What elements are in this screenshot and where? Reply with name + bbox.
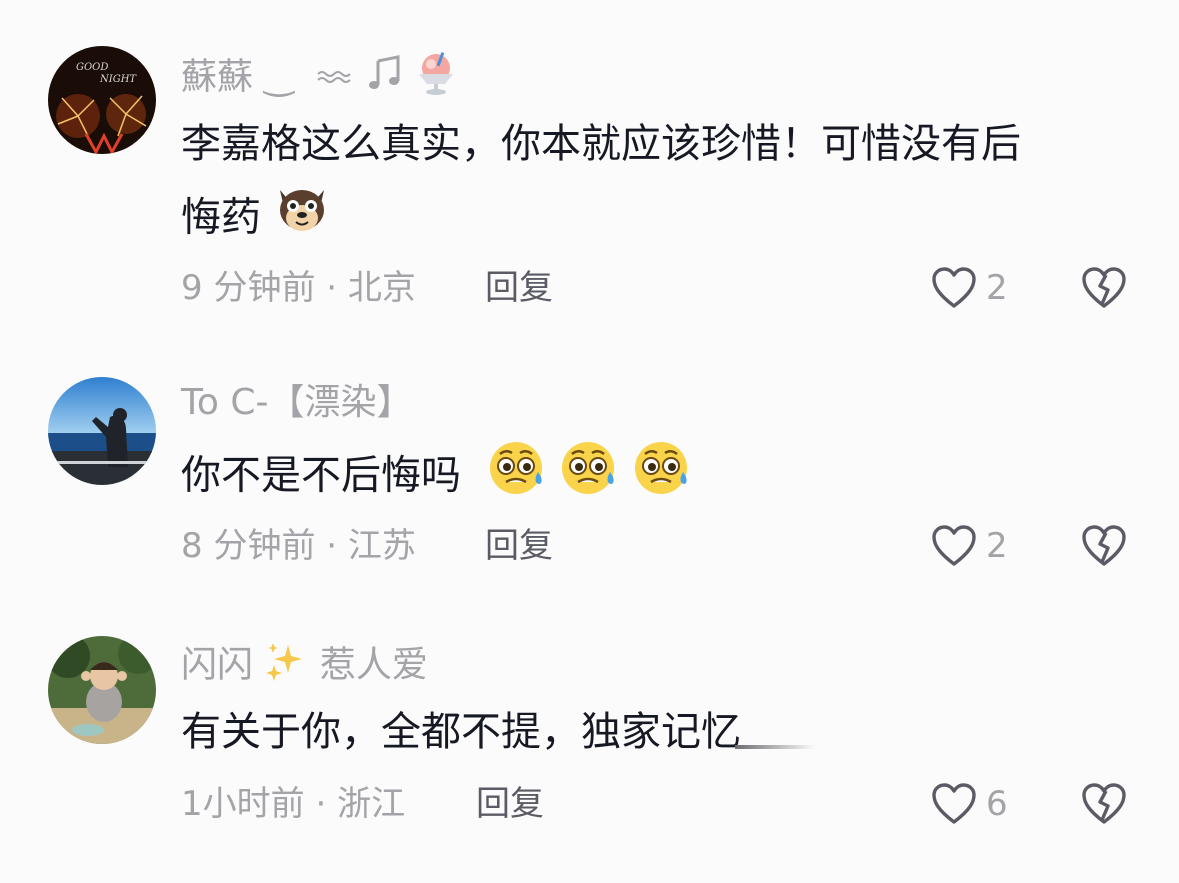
- meta-separator: ·: [315, 268, 348, 308]
- broken-heart-icon: [1082, 525, 1126, 566]
- dog-face-icon: [274, 180, 330, 259]
- like-count: 2: [986, 526, 1008, 566]
- pleading-sweat-face-icon: [631, 436, 691, 519]
- broken-heart-icon: [1082, 783, 1126, 824]
- avatar-image: GOOD NIGHT: [48, 46, 156, 154]
- avatar[interactable]: [48, 377, 156, 485]
- reply-button[interactable]: 回复: [485, 524, 553, 568]
- broken-heart-icon: [1082, 267, 1126, 308]
- pleading-sweat-face-icon: [486, 436, 546, 519]
- meta-separator: ·: [315, 526, 348, 566]
- heart-icon: [932, 783, 976, 824]
- comment-text-tail: 悔药: [181, 194, 261, 241]
- comment-time: 9 分钟前: [181, 268, 316, 308]
- comment-text: 李嘉格这么真实，你本就应该珍惜！可惜没有后 悔药: [181, 108, 1121, 259]
- dislike-button[interactable]: [1080, 780, 1128, 828]
- comment-time: 8 分钟前: [181, 526, 316, 566]
- comment-meta: 8 分钟前 · 江苏: [181, 524, 416, 568]
- dislike-button[interactable]: [1080, 264, 1128, 312]
- comment-text: 有关于你，全都不提，独家记忆: [181, 696, 1121, 768]
- reply-button[interactable]: 回复: [476, 782, 544, 826]
- avatar-image: [48, 377, 156, 485]
- comment-location: 浙江: [337, 784, 406, 824]
- comment-location: 江苏: [347, 526, 416, 566]
- avatar-image: [48, 636, 156, 744]
- shaved-ice-icon: [413, 50, 459, 107]
- username-text: 蘇蘇 ‿ ︎: [181, 56, 305, 98]
- like-count: 2: [986, 268, 1008, 308]
- username[interactable]: 闪闪 惹人爱: [181, 639, 428, 694]
- sparkles-icon: [264, 639, 308, 694]
- like-button[interactable]: 2: [930, 264, 1008, 312]
- username-text: 惹人爱: [319, 644, 428, 686]
- svg-text:NIGHT: NIGHT: [99, 74, 137, 85]
- comment-location: 北京: [347, 268, 416, 308]
- comment-text: 你不是不后悔吗: [181, 436, 1121, 519]
- heart-icon: [932, 267, 976, 308]
- comment-text-line: 李嘉格这么真实，你本就应该珍惜！可惜没有后: [181, 121, 1021, 167]
- music-note-icon: [368, 53, 402, 104]
- like-button[interactable]: 6: [930, 780, 1008, 828]
- text-fade-line: [735, 745, 815, 749]
- comment-text-body: 你不是不后悔吗: [181, 452, 461, 499]
- pleading-sweat-face-icon: [558, 436, 618, 519]
- comment-meta: 9 分钟前 · 北京: [181, 266, 416, 310]
- comment-time: 1小时前: [181, 784, 305, 824]
- avatar[interactable]: GOOD NIGHT: [48, 46, 156, 154]
- avatar[interactable]: [48, 636, 156, 744]
- username[interactable]: 蘇蘇 ‿ ︎: [181, 50, 459, 107]
- comment-meta: 1小时前 · 浙江: [181, 782, 405, 826]
- comment-text-line: 悔药: [181, 180, 1121, 259]
- username-text: 闪闪: [181, 644, 254, 686]
- reply-button[interactable]: 回复: [485, 266, 553, 310]
- username[interactable]: To C-【漂染】: [181, 381, 412, 425]
- heart-icon: [932, 525, 976, 566]
- comment-text-body: 有关于你，全都不提，独家记忆: [181, 709, 741, 755]
- wave-icon: [316, 57, 356, 101]
- meta-separator: ·: [304, 784, 338, 824]
- svg-text:GOOD: GOOD: [76, 62, 108, 73]
- like-button[interactable]: 2: [930, 522, 1008, 570]
- like-count: 6: [986, 784, 1008, 824]
- dislike-button[interactable]: [1080, 522, 1128, 570]
